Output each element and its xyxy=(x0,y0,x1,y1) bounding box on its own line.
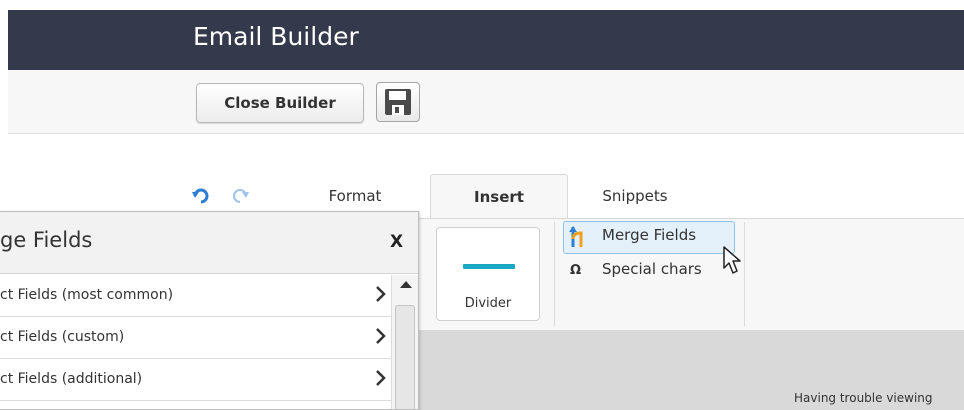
list-item[interactable]: ct Fields (custom) xyxy=(0,317,391,359)
undo-icon[interactable] xyxy=(192,188,212,204)
list-item-label: ct Fields (additional) xyxy=(0,371,143,387)
list-item[interactable]: ct Fields (most common) xyxy=(0,275,391,317)
chevron-right-icon xyxy=(376,328,386,344)
close-builder-button[interactable]: Close Builder xyxy=(196,83,364,123)
save-button[interactable] xyxy=(376,82,420,122)
tab-insert[interactable]: Insert xyxy=(430,174,568,219)
toolbar xyxy=(8,70,964,134)
panel-header: ge Fields X xyxy=(0,212,418,274)
chevron-right-icon xyxy=(376,286,386,302)
ribbon-separator xyxy=(744,222,745,326)
tab-snippets[interactable]: Snippets xyxy=(580,174,690,218)
email-builder-window: Email Builder Close Builder Format Inser… xyxy=(0,0,964,410)
merge-fields-panel: ge Fields X ct Fields (most common) ct F… xyxy=(0,211,419,410)
floppy-disk-icon xyxy=(385,89,411,115)
divider-icon xyxy=(463,264,515,269)
list-item-label: ct Fields (custom) xyxy=(0,329,125,345)
panel-title: ge Fields xyxy=(0,228,93,252)
canvas-preview-text: Having trouble viewing xyxy=(794,391,933,405)
panel-scrollbar[interactable] xyxy=(391,275,418,409)
chevron-right-icon xyxy=(376,370,386,386)
divider-label: Divider xyxy=(464,296,512,311)
app-title: Email Builder xyxy=(193,22,359,51)
ribbon-separator xyxy=(554,222,555,326)
merge-fields-label: Merge Fields xyxy=(602,226,697,244)
list-item[interactable]: ct Fields (additional) xyxy=(0,359,391,401)
merge-fields-icon xyxy=(569,226,583,247)
special-chars-button[interactable]: Special chars xyxy=(602,260,702,278)
scrollbar-thumb[interactable] xyxy=(395,305,415,409)
scroll-up-icon[interactable] xyxy=(400,281,412,288)
omega-icon: Ω xyxy=(570,263,582,278)
panel-close-button[interactable]: X xyxy=(390,232,403,252)
list-item-label: ct Fields (most common) xyxy=(0,287,174,303)
app-header: Email Builder xyxy=(8,10,964,70)
pointer-cursor-icon xyxy=(723,246,741,274)
redo-icon[interactable] xyxy=(229,188,249,204)
